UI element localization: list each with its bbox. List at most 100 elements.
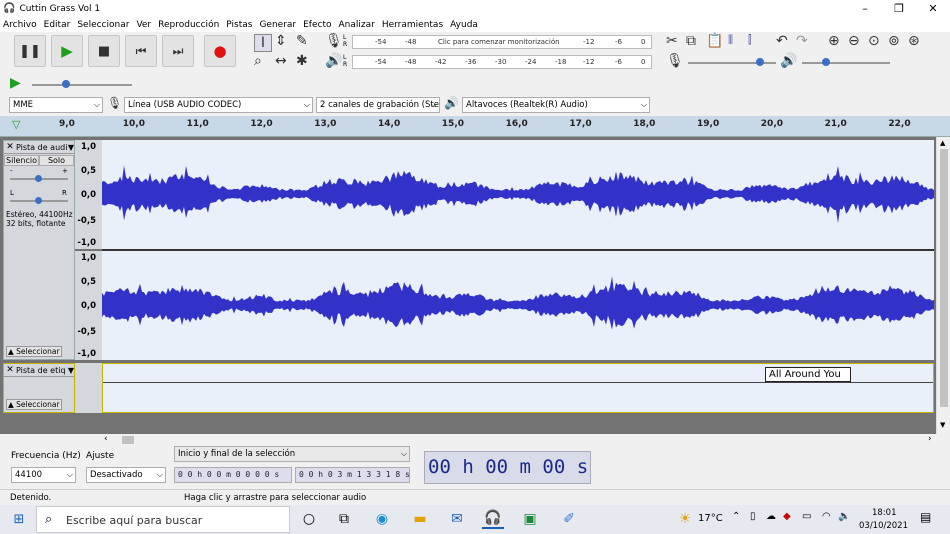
menu-ver[interactable]: Ver <box>136 20 151 30</box>
tray-app-icon[interactable]: ◆ <box>783 511 791 522</box>
notifications-icon[interactable]: ▤ <box>920 510 931 524</box>
scroll-down-icon[interactable]: ▼ <box>940 421 945 429</box>
tray-chevron-up-icon[interactable]: ⌃ <box>732 511 740 522</box>
file-explorer-icon[interactable]: ▬ <box>409 509 431 529</box>
menu-archivo[interactable]: Archivo <box>3 20 37 30</box>
skip-start-button[interactable]: ⏮ <box>125 35 157 67</box>
timeline-options-icon[interactable]: ▽ <box>12 118 20 131</box>
tray-device-icon[interactable]: ▯ <box>750 511 756 522</box>
record-meter[interactable]: -54 -48 Clic para comenzar monitorizació… <box>352 35 652 49</box>
vertical-scrollbar[interactable]: ▲ ▼ <box>936 137 950 434</box>
pan-thumb[interactable] <box>35 197 42 204</box>
microphone-icon[interactable]: 🎙 <box>325 34 343 48</box>
mail-icon[interactable]: ✉ <box>446 509 468 529</box>
scroll-right-icon[interactable]: › <box>928 434 932 444</box>
vertical-scale-left[interactable]: 1,0 0,5 0,0 -0,5 -1,0 <box>75 140 102 249</box>
envelope-tool-icon[interactable]: ⇕ <box>275 34 287 48</box>
cortana-icon[interactable]: ○ <box>298 509 320 529</box>
scroll-up-icon[interactable]: ▲ <box>940 139 945 147</box>
snap-select[interactable]: Desactivado ⌵ <box>86 467 166 483</box>
playback-volume-slider[interactable] <box>802 62 890 64</box>
scroll-left-icon[interactable]: ‹ <box>104 434 108 444</box>
maximize-button[interactable]: ❐ <box>882 0 916 17</box>
skip-end-button[interactable]: ⏭ <box>162 35 194 67</box>
menu-herramientas[interactable]: Herramientas <box>382 20 443 30</box>
redo-icon[interactable]: ↷ <box>796 34 808 48</box>
zoom-toggle-icon[interactable]: ⊛ <box>908 34 920 48</box>
label-track-name[interactable]: Pista de etiq <box>16 366 68 375</box>
audio-track-name[interactable]: Pista de audi <box>16 143 68 152</box>
play-button[interactable]: ▶ <box>51 35 83 67</box>
recording-volume-thumb[interactable] <box>756 58 764 66</box>
clock-time[interactable]: 18:01 <box>872 508 897 518</box>
selection-mode-select[interactable]: Inicio y final de la selección ⌵ <box>174 446 410 462</box>
minimize-button[interactable]: – <box>848 0 882 17</box>
close-track-icon[interactable]: ✕ <box>4 142 16 152</box>
silence-icon[interactable]: ⫿ <box>748 34 752 45</box>
speaker-icon[interactable]: 🔊 <box>325 54 342 68</box>
selection-tool-icon[interactable]: I <box>254 34 272 52</box>
mute-button[interactable]: Silencio <box>4 154 39 166</box>
cut-icon[interactable]: ✂ <box>666 34 678 48</box>
menu-efecto[interactable]: Efecto <box>303 20 331 30</box>
battery-icon[interactable]: ▭ <box>802 511 811 522</box>
project-rate-select[interactable]: 44100 ⌵ <box>11 467 76 483</box>
taskbar-search-box[interactable]: ⌕ Escribe aquí para buscar <box>36 506 290 533</box>
close-button[interactable]: ✕ <box>916 0 950 17</box>
zoom-tool-icon[interactable]: ⌕ <box>254 54 262 68</box>
timeline-ruler[interactable]: ▽ 9,0 10,0 11,0 12,0 13,0 14,0 15,0 16,0 17,0 18,… <box>0 116 950 137</box>
zoom-in-icon[interactable]: ⊕ <box>828 34 840 48</box>
audacity-taskbar-icon[interactable]: 🎧 <box>482 509 504 529</box>
menu-seleccionar[interactable]: Seleccionar <box>77 20 129 30</box>
pause-button[interactable]: ❚❚ <box>14 35 46 67</box>
selection-start-time[interactable]: 0 0 h 0 0 m 0 0 0 0 s <box>174 467 292 483</box>
close-label-track-icon[interactable]: ✕ <box>4 365 16 375</box>
edge-icon[interactable]: ◉ <box>371 509 393 529</box>
paste-icon[interactable]: 📋 <box>706 34 723 48</box>
record-button[interactable]: ● <box>204 35 236 67</box>
horizontal-scrollbar[interactable]: ‹ › <box>0 434 950 446</box>
menu-ayuda[interactable]: Ayuda <box>450 20 478 30</box>
waveform-left-channel[interactable] <box>102 140 934 249</box>
multi-tool-icon[interactable]: ✱ <box>296 54 308 68</box>
recording-device-select[interactable]: Línea (USB AUDIO CODEC) ⌵ <box>124 97 313 113</box>
fit-project-icon[interactable]: ⊚ <box>888 34 900 48</box>
audio-position-display[interactable]: 00 h 00 m 00 s <box>424 451 591 484</box>
wifi-icon[interactable]: ◠ <box>822 511 831 522</box>
playback-meter[interactable]: -54 -48 -42 -36 -30 -24 -18 -12 -6 0 <box>352 55 652 69</box>
play-at-speed-icon[interactable]: ▶ <box>10 76 21 90</box>
publisher-icon[interactable]: ▣ <box>519 509 541 529</box>
timeshift-tool-icon[interactable]: ↔ <box>275 54 287 68</box>
gain-thumb[interactable] <box>35 175 42 182</box>
undo-icon[interactable]: ↶ <box>776 34 788 48</box>
track-menu-icon[interactable]: ▼ <box>68 143 74 152</box>
selection-end-time[interactable]: 0 0 h 0 3 m 1 3 3 1 8 s <box>295 467 410 483</box>
menu-editar[interactable]: Editar <box>44 20 71 30</box>
menu-pistas[interactable]: Pistas <box>226 20 252 30</box>
volume-icon[interactable]: 🔈 <box>838 511 850 522</box>
menu-reproduccion[interactable]: Reproducción <box>158 20 219 30</box>
playback-speed-slider[interactable] <box>32 84 132 86</box>
tray-cloud-icon[interactable]: ☁ <box>766 511 776 522</box>
paint-icon[interactable]: ✐ <box>558 509 580 529</box>
menu-analizar[interactable]: Analizar <box>339 20 375 30</box>
trim-icon[interactable]: ⫼ <box>728 34 733 45</box>
waveform-right-channel[interactable] <box>102 251 934 360</box>
windows-start-icon[interactable]: ⊞ <box>8 509 30 529</box>
playback-speed-thumb[interactable] <box>62 80 70 88</box>
audio-track-select-button[interactable]: ▲ Seleccionar <box>6 346 62 357</box>
stop-button[interactable]: ■ <box>88 35 120 67</box>
vertical-scale-right[interactable]: 1,0 0,5 0,0 -0,5 -1,0 <box>75 251 102 360</box>
vertical-scroll-thumb[interactable] <box>940 149 948 407</box>
task-view-icon[interactable]: ⧉ <box>333 509 355 529</box>
clock-date[interactable]: 03/10/2021 <box>859 521 908 531</box>
fit-selection-icon[interactable]: ⊙ <box>868 34 880 48</box>
zoom-out-icon[interactable]: ⊖ <box>848 34 860 48</box>
copy-icon[interactable]: ⧉ <box>686 34 696 48</box>
label-text-box[interactable]: All Around You <box>765 367 851 382</box>
label-track-select-button[interactable]: ▲ Seleccionar <box>6 399 62 410</box>
recording-channels-select[interactable]: 2 canales de grabación (Ster ⌵ <box>316 97 440 113</box>
label-track-area[interactable]: All Around You <box>102 363 934 413</box>
draw-tool-icon[interactable]: ✎ <box>296 34 308 48</box>
menu-generar[interactable]: Generar <box>259 20 296 30</box>
